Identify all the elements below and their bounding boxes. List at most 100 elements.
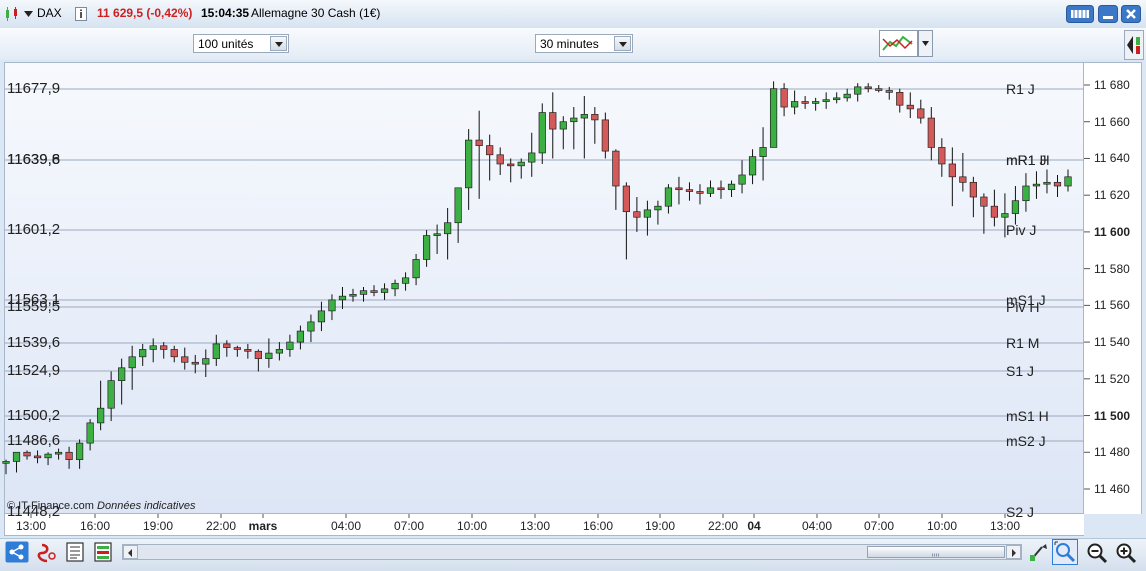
candle-body xyxy=(759,147,767,157)
candle-body xyxy=(275,349,283,354)
level-name: S1 J xyxy=(1006,363,1035,379)
scroll-left-button[interactable] xyxy=(123,545,138,559)
positions-icon[interactable] xyxy=(94,542,112,562)
level-name: R1 J xyxy=(1006,81,1035,97)
time-tick-label: mars xyxy=(248,519,278,533)
drawing-tools-icon[interactable] xyxy=(1028,541,1050,563)
candle-body xyxy=(843,93,851,99)
candle-body xyxy=(54,451,63,455)
chart-scrollbar[interactable] xyxy=(122,544,1022,560)
candle-body xyxy=(528,152,536,163)
order-book-icon[interactable] xyxy=(66,542,84,562)
candle-body xyxy=(75,442,84,460)
candle-body xyxy=(654,205,662,211)
candle-body xyxy=(822,99,830,102)
candle-body xyxy=(643,209,652,218)
candle-body xyxy=(223,343,231,348)
time-tick-label: 16:00 xyxy=(79,519,111,533)
price-tick-label: 11 480 xyxy=(1094,445,1130,460)
candle-body xyxy=(1043,181,1051,185)
candle-body xyxy=(412,259,420,279)
level-value: 11559,5 xyxy=(7,298,61,315)
candle-body xyxy=(791,101,799,108)
level-value: 11677,9 xyxy=(7,80,61,97)
candle-body xyxy=(885,90,893,93)
price-tick-label: 11 600 xyxy=(1094,224,1131,239)
price-tick-label: 11 520 xyxy=(1094,371,1130,386)
candle-body xyxy=(854,86,862,95)
candle-body xyxy=(12,451,21,462)
time-tick-label: 13:00 xyxy=(989,519,1021,533)
candle-body xyxy=(118,367,126,382)
time-tick-label: 04:00 xyxy=(801,519,833,533)
candle-body xyxy=(444,222,452,235)
candle-body xyxy=(633,211,641,218)
candle-body xyxy=(317,310,326,323)
level-value: 11524,9 xyxy=(7,362,61,379)
time-tick-label: 22:00 xyxy=(205,519,237,533)
candle-body xyxy=(86,422,94,444)
candle-body xyxy=(496,154,504,165)
candle-body xyxy=(475,139,483,146)
candle-body xyxy=(748,156,757,176)
price-tick-label: 11 680 xyxy=(1094,78,1130,92)
candle-body xyxy=(780,88,788,108)
level-name: R1 M xyxy=(1006,335,1040,351)
candle-body xyxy=(23,451,31,457)
time-tick-label: 10:00 xyxy=(456,519,488,533)
zoom-select-icon[interactable] xyxy=(1052,539,1078,565)
candle-body xyxy=(391,282,399,290)
scroll-left-icon xyxy=(128,549,132,557)
candle-body xyxy=(202,358,210,365)
level-name: Piv H xyxy=(1006,299,1040,315)
candle-body xyxy=(265,352,273,359)
share-icon[interactable] xyxy=(5,541,29,563)
candle-body xyxy=(380,288,389,293)
level-value: 11500,2 xyxy=(7,407,61,424)
candle-body xyxy=(738,174,746,185)
candle-body xyxy=(1022,185,1030,202)
scroll-right-icon xyxy=(1012,549,1016,557)
time-axis-labels: 13:00 16:00 19:00 22:00 mars 04:00 07:00 10:00 1… xyxy=(0,514,1146,536)
zoom-in-icon[interactable] xyxy=(1115,542,1137,564)
price-tick-label: 11 500 xyxy=(1094,408,1131,423)
candle-body xyxy=(875,88,883,91)
level-name: mS1 H xyxy=(1006,408,1049,424)
candle-body xyxy=(107,380,115,409)
level-value: 11639,8 xyxy=(7,151,61,168)
candle-body xyxy=(927,117,935,148)
candle-body xyxy=(170,349,178,358)
candle-body xyxy=(465,139,473,189)
time-tick-label: 22:00 xyxy=(707,519,739,533)
scroll-right-button[interactable] xyxy=(1006,545,1021,559)
scrollbar-thumb[interactable] xyxy=(867,546,1005,558)
candle-body xyxy=(591,114,599,121)
candle-body xyxy=(97,407,105,424)
candle-body xyxy=(44,453,52,459)
candle-body xyxy=(959,176,967,183)
candle-body xyxy=(696,191,704,194)
level-name: mS2 J xyxy=(1006,433,1046,449)
candle-body xyxy=(454,187,462,224)
candle-body xyxy=(1032,183,1041,187)
time-tick-label: 04 xyxy=(747,519,761,533)
candle-body xyxy=(401,277,410,284)
candlestick-chart[interactable] xyxy=(0,0,1146,570)
copyright-note: © IT-Finance.com Données indicatives xyxy=(7,500,195,512)
candle-body xyxy=(370,290,378,293)
candle-body xyxy=(706,187,715,194)
candle-body xyxy=(917,108,925,119)
candle-body xyxy=(812,101,820,104)
level-value: 11539,6 xyxy=(7,334,61,351)
price-alert-icon[interactable] xyxy=(37,542,57,564)
candle-body xyxy=(254,350,262,359)
candle-body xyxy=(833,97,841,101)
price-tick-label: 11 580 xyxy=(1094,261,1130,276)
candle-body xyxy=(233,347,241,350)
candle-body xyxy=(969,181,977,198)
candle-body xyxy=(160,345,168,350)
candle-body xyxy=(938,147,946,165)
time-tick-label: 07:00 xyxy=(393,519,425,533)
candle-body xyxy=(1053,181,1062,187)
zoom-out-icon[interactable] xyxy=(1086,542,1108,564)
